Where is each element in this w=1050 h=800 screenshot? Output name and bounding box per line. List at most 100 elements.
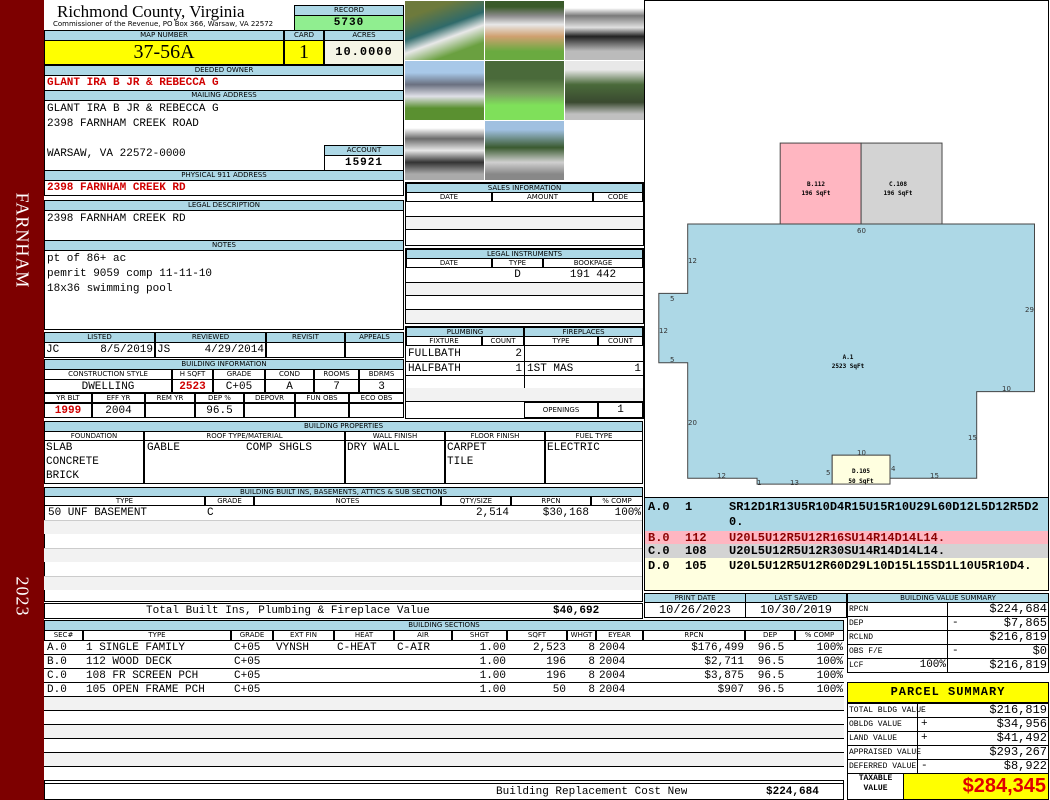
photo-yard[interactable] — [485, 61, 564, 120]
dimension-label: 12 — [659, 327, 668, 335]
acres-value: 10.0000 — [324, 40, 404, 65]
col-header: DEPOVR — [244, 393, 295, 403]
photo-garage[interactable] — [565, 1, 644, 60]
legend-row-b: B.0 112 U20L5U12R5U12R16SU14R14D14L14. — [645, 531, 1048, 545]
empty-row — [44, 711, 844, 725]
taxable-label: VALUE — [863, 784, 888, 793]
section-cell: C.0 — [47, 670, 67, 682]
photo-house[interactable] — [405, 61, 484, 120]
legal-description-value: 2398 FARNHAM CREEK RD — [47, 213, 186, 225]
parcel-value: $293,267 — [989, 745, 1047, 759]
photo-house-2[interactable] — [485, 121, 564, 180]
empty-row — [44, 697, 844, 711]
reviewed-date: 4/29/2014 — [204, 344, 264, 356]
section-cell: C+05 — [234, 670, 261, 682]
parcel-value: $8,922 — [1003, 759, 1047, 773]
map-number-value: 37-56A — [44, 40, 284, 65]
floor-finish: CARPET — [447, 442, 487, 454]
section-cell: 96.5 — [757, 642, 785, 654]
section-cell: 8 — [588, 670, 595, 682]
col-header: YR BLT — [44, 393, 92, 403]
sketch-drawing: 60 12 5 12 5 20 29 10 15 10 4 15 12 1 13… — [658, 142, 1035, 487]
print-date: 10/26/2023 — [644, 602, 746, 618]
wall-finish: DRY WALL — [347, 442, 400, 454]
section-cell: 8 — [588, 684, 595, 696]
taxable-value: $284,345 — [903, 773, 1049, 800]
plumbing-fixture: HALFBATH — [408, 363, 461, 375]
section-cell: 100% — [816, 642, 843, 654]
legend-code: 108 — [685, 544, 707, 558]
section-cell: $176,499 — [691, 642, 744, 654]
section-cell: 50 — [552, 684, 566, 696]
col-header: GRADE — [231, 630, 273, 641]
col-header: DATE — [406, 192, 492, 202]
condition: A — [265, 379, 314, 393]
section-label: C.108 — [889, 181, 907, 188]
legend-sec: A.0 — [648, 500, 670, 514]
remodel-year — [145, 403, 195, 418]
section-cell: 2004 — [599, 656, 626, 668]
section-cell: 2004 — [599, 684, 626, 696]
col-header: WHGT — [567, 630, 596, 641]
col-header: SHGT — [452, 630, 507, 641]
section-cell: 2004 — [599, 642, 626, 654]
col-header: HEAT — [334, 630, 394, 641]
roof-material: COMP SHGLS — [246, 442, 313, 454]
divider — [44, 783, 844, 784]
section-cell: $2,711 — [704, 656, 744, 668]
summary-value: $224,684 — [989, 602, 1047, 616]
grade: C+05 — [213, 379, 265, 393]
col-header: DEP — [745, 630, 795, 641]
parcel-label: TOTAL BLDG VALUE — [849, 706, 926, 715]
section-cell: D.0 — [47, 684, 67, 696]
photo-garage-2[interactable] — [405, 121, 484, 180]
builtin-qty: 2,514 — [475, 507, 509, 519]
legend-row-d: D.0 105 U20L5U12R5U12R60D29L10D15L15SD1L… — [645, 558, 1048, 590]
foundation-value: SLAB — [46, 442, 73, 454]
parcel-label: LAND VALUE — [849, 734, 898, 743]
owner-value: GLANT IRA B JR & REBECCA G — [44, 75, 404, 91]
col-header: SEC# — [44, 630, 83, 641]
photo-fence[interactable] — [565, 61, 644, 120]
physical-address-value: 2398 FARNHAM CREEK RD — [44, 180, 404, 196]
mailing-line-1: GLANT IRA B JR & REBECCA G — [47, 103, 219, 115]
section-cell: 1.00 — [479, 642, 506, 654]
rooms: 7 — [314, 379, 359, 393]
col-header: AMOUNT — [492, 192, 593, 202]
parcel-summary-title: PARCEL SUMMARY — [847, 682, 1049, 703]
construction-style: DWELLING — [44, 379, 172, 393]
page-subtitle: Commissioner of the Revenue, PO Box 366,… — [53, 20, 274, 28]
district-name: FARNHAM — [12, 192, 33, 289]
summary-label: RPCN — [849, 605, 869, 614]
section-cell: C+05 — [234, 656, 261, 668]
section-label: D.105 — [852, 468, 870, 475]
summary-value: $216,819 — [989, 658, 1047, 672]
empty-row — [406, 216, 643, 230]
legend-sec: D.0 — [648, 559, 670, 573]
photo-shed[interactable] — [485, 1, 564, 60]
section-cell: 1.00 — [479, 656, 506, 668]
dimension-label: 5 — [670, 356, 674, 364]
section-area: 50 SqFt — [848, 478, 874, 485]
legend-code: 105 — [685, 559, 707, 573]
col-header: TYPE — [524, 336, 598, 346]
replacement-cost-value: $224,684 — [766, 786, 819, 798]
photo-pool[interactable] — [405, 1, 484, 60]
builtin-grade: C — [207, 507, 214, 519]
mailing-line-3: WARSAW, VA 22572-0000 — [47, 148, 186, 160]
section-cell: 196 — [546, 656, 566, 668]
plumbing-count: 1 — [515, 363, 522, 375]
builtins-total-label: Total Built Ins, Plumbing & Fireplace Va… — [146, 605, 430, 617]
col-header: EYEAR — [596, 630, 643, 641]
parcel-label: OBLDG VALUE — [849, 720, 902, 729]
appeals-cell — [345, 342, 404, 358]
col-header: TYPE — [492, 258, 543, 268]
effective-year: 2004 — [92, 403, 145, 418]
dimension-label: 4 — [891, 465, 896, 473]
card-value: 1 — [284, 40, 324, 65]
district-sidebar: FARNHAM 2023 — [0, 0, 44, 800]
roof-type: GABLE — [147, 442, 181, 454]
col-header: TYPE — [83, 630, 231, 641]
section-cell: 108 FR SCREEN PCH — [86, 670, 199, 682]
builtin-comp: 100% — [614, 507, 641, 519]
